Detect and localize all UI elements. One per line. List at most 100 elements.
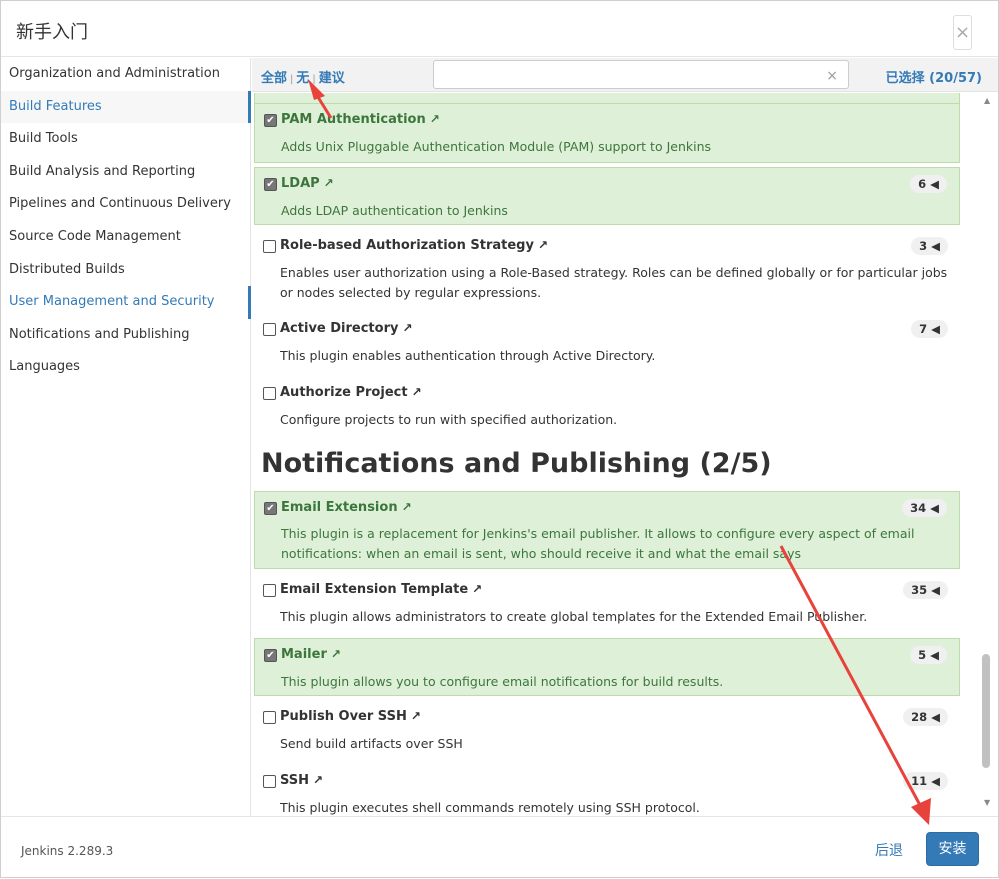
select-suggested-link[interactable]: 建议 [319,71,345,86]
plugin-checkbox[interactable] [263,240,276,253]
plugin-description: This plugin enables authentication throu… [280,348,656,363]
plugin-checkbox[interactable]: ✔ [264,178,277,191]
sidebar-item-languages[interactable]: Languages [1,351,250,384]
sidebar-item-source-code[interactable]: Source Code Management [1,221,250,254]
plugin-name[interactable]: Active Directory ↗ [280,321,413,336]
plugin-row[interactable]: ✔ PAM Authentication ↗ Adds Unix Pluggabl… [254,103,960,163]
plugin-row[interactable]: ✔ Email Extension ↗ 34 ◀ This plugin is a… [254,491,960,569]
setup-wizard-dialog: 新手入门 × Organization and Administration B… [0,0,999,878]
caret-left-icon: ◀ [931,239,940,253]
back-button[interactable]: 后退 [875,840,903,860]
caret-left-icon: ◀ [931,322,940,336]
caret-left-icon: ◀ [931,710,940,724]
sidebar-item-user-management[interactable]: User Management and Security [1,286,251,319]
plugin-row[interactable]: ✔ LDAP ↗ 6 ◀ Adds LDAP authentication to … [254,167,960,225]
install-button[interactable]: 安装 [926,832,979,866]
external-link-icon[interactable]: ↗ [538,238,548,252]
plugin-row[interactable]: Authorize Project ↗ Configure projects to… [254,378,960,434]
plugin-description: This plugin allows you to configure emai… [281,674,724,689]
plugin-name[interactable]: Mailer ↗ [281,647,341,662]
caret-left-icon: ◀ [931,583,940,597]
scroll-up-icon[interactable]: ▲ [984,96,990,105]
plugin-row[interactable]: ✔ Mailer ↗ 5 ◀ This plugin allows you to … [254,638,960,696]
sidebar-item-notifications[interactable]: Notifications and Publishing [1,319,250,352]
plugin-checkbox[interactable] [263,584,276,597]
dependency-badge[interactable]: 28 ◀ [903,708,948,726]
plugin-checkbox[interactable]: ✔ [264,502,277,515]
plugin-description: Send build artifacts over SSH [280,736,463,751]
caret-left-icon: ◀ [930,648,939,662]
clear-search-icon[interactable]: × [826,68,838,84]
plugin-name[interactable]: Role-based Authorization Strategy ↗ [280,238,548,253]
external-link-icon[interactable]: ↗ [411,709,421,723]
plugin-row[interactable]: Role-based Authorization Strategy ↗ 3 ◀ E… [254,231,960,307]
plugin-toolbar: 全部 | 无 | 建议 × 已选择 (20/57) [252,58,998,92]
plugin-checkbox[interactable] [263,387,276,400]
plugin-description: Adds LDAP authentication to Jenkins [281,203,508,218]
plugin-checkbox[interactable]: ✔ [264,649,277,662]
dependency-badge[interactable]: 3 ◀ [911,237,948,255]
plugin-description: This plugin executes shell commands remo… [280,800,700,815]
plugin-checkbox[interactable] [263,323,276,336]
selected-count: 已选择 (20/57) [885,71,982,86]
sidebar-item-build-features[interactable]: Build Features [1,90,251,124]
plugin-description: This plugin allows administrators to cre… [280,609,868,624]
selection-links: 全部 | 无 | 建议 [261,67,345,86]
external-link-icon[interactable]: ↗ [412,385,422,399]
dependency-badge[interactable]: 5 ◀ [910,646,947,664]
plugin-description: Adds Unix Pluggable Authentication Modul… [281,139,712,154]
select-all-link[interactable]: 全部 [261,71,287,86]
plugin-description: This plugin is a replacement for Jenkins… [281,526,915,561]
external-link-icon[interactable]: ↗ [402,500,412,514]
plugin-name[interactable]: Publish Over SSH ↗ [280,709,421,724]
dialog-title: 新手入门 [16,22,88,43]
plugin-list: ✔ PAM Authentication ↗ Adds Unix Pluggabl… [252,92,978,816]
dependency-badge[interactable]: 7 ◀ [911,320,948,338]
external-link-icon[interactable]: ↗ [331,647,341,661]
category-sidebar: Organization and Administration Build Fe… [1,58,251,816]
dependency-badge[interactable]: 11 ◀ [903,772,948,790]
dependency-badge[interactable]: 35 ◀ [903,581,948,599]
sidebar-item-organization[interactable]: Organization and Administration [1,58,250,91]
close-button[interactable]: × [953,15,972,50]
caret-left-icon: ◀ [931,774,940,788]
select-none-link[interactable]: 无 [296,71,309,86]
dialog-header: 新手入门 × [1,1,998,57]
external-link-icon[interactable]: ↗ [324,176,334,190]
plugin-row[interactable]: Publish Over SSH ↗ 28 ◀ Send build artifa… [254,702,960,758]
dialog-footer: Jenkins 2.289.3 后退 安装 [1,816,998,877]
plugin-description: Configure projects to run with specified… [280,412,618,427]
external-link-icon[interactable]: ↗ [430,112,440,126]
link-separator: | [312,74,316,85]
plugin-name[interactable]: Authorize Project ↗ [280,385,422,400]
caret-left-icon: ◀ [930,501,939,515]
plugin-name[interactable]: PAM Authentication ↗ [281,112,440,127]
caret-left-icon: ◀ [930,177,939,191]
plugin-name[interactable]: Email Extension Template ↗ [280,582,482,597]
plugin-checkbox[interactable] [263,711,276,724]
external-link-icon[interactable]: ↗ [313,773,323,787]
plugin-name[interactable]: Email Extension ↗ [281,500,412,515]
plugin-name[interactable]: LDAP ↗ [281,176,334,191]
scroll-down-icon[interactable]: ▼ [984,798,990,807]
plugin-checkbox[interactable] [263,775,276,788]
dependency-badge[interactable]: 6 ◀ [910,175,947,193]
dependency-badge[interactable]: 34 ◀ [902,499,947,517]
sidebar-item-build-analysis[interactable]: Build Analysis and Reporting [1,156,250,189]
plugin-description: Enables user authorization using a Role-… [280,265,948,300]
sidebar-item-pipelines[interactable]: Pipelines and Continuous Delivery [1,188,250,221]
plugin-list-scrollbar[interactable]: ▲ ▼ [978,92,998,816]
plugin-row[interactable]: Email Extension Template ↗ 35 ◀ This plug… [254,575,960,631]
link-separator: | [290,74,294,85]
plugin-row[interactable]: SSH ↗ 11 ◀ This plugin executes shell com… [254,766,960,816]
external-link-icon[interactable]: ↗ [472,582,482,596]
plugin-name[interactable]: SSH ↗ [280,773,323,788]
section-heading: Notifications and Publishing (2/5) [261,448,772,479]
external-link-icon[interactable]: ↗ [402,321,412,335]
plugin-checkbox[interactable]: ✔ [264,114,277,127]
scrollbar-thumb[interactable] [982,654,990,768]
plugin-search-input[interactable]: × [433,60,849,89]
plugin-row[interactable]: Active Directory ↗ 7 ◀ This plugin enable… [254,314,960,370]
sidebar-item-distributed-builds[interactable]: Distributed Builds [1,254,250,287]
sidebar-item-build-tools[interactable]: Build Tools [1,123,250,156]
